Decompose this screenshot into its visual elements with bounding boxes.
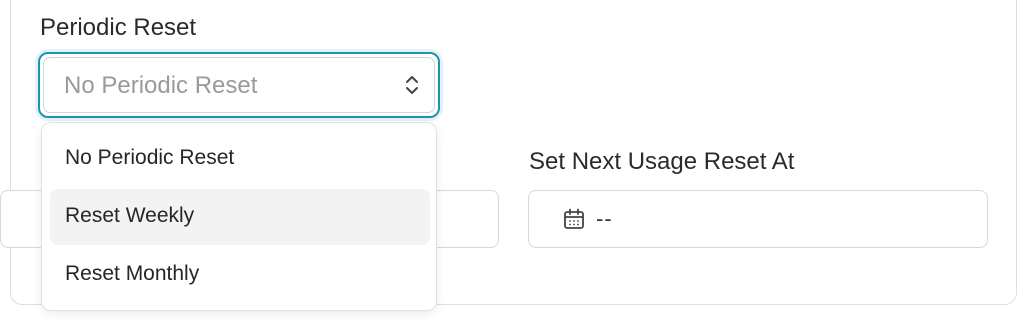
option-reset-weekly[interactable]: Reset Weekly — [50, 189, 430, 245]
option-label: Reset Monthly — [65, 262, 200, 285]
option-label: No Periodic Reset — [65, 146, 235, 169]
calendar-icon — [564, 208, 584, 229]
periodic-reset-label: Periodic Reset — [40, 14, 197, 41]
option-no-periodic-reset[interactable]: No Periodic Reset — [50, 131, 430, 187]
option-label: Reset Weekly — [65, 204, 195, 227]
chevron-up-down-icon — [406, 76, 418, 94]
next-usage-reset-value: -- — [596, 206, 613, 231]
next-usage-reset-label: Set Next Usage Reset At — [529, 148, 795, 175]
next-usage-reset-date-input[interactable]: -- — [528, 190, 988, 248]
periodic-reset-selected-value: No Periodic Reset — [64, 72, 258, 99]
periodic-reset-dropdown-menu: No Periodic Reset Reset Weekly Reset Mon… — [41, 122, 437, 311]
option-reset-monthly[interactable]: Reset Monthly — [50, 247, 430, 303]
periodic-reset-select[interactable]: No Periodic Reset — [38, 52, 440, 118]
